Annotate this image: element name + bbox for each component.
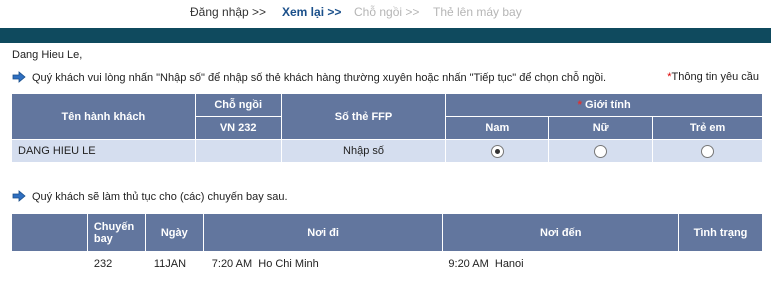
- gender-female-radio[interactable]: [594, 144, 608, 158]
- header-bar: [0, 28, 771, 43]
- gender-child-radio[interactable]: [701, 144, 715, 158]
- instruction-line: Quý khách vui lòng nhấn "Nhập số" để nhậ…: [12, 71, 606, 84]
- progress-steps: Đăng nhập >> Xem lại >> Chỗ ngồi >> Thẻ …: [0, 0, 771, 28]
- col-flight-number: Chuyến bay: [86, 213, 146, 252]
- flights-note-line: Quý khách sẽ làm thủ tục cho (các) chuyế…: [12, 190, 288, 203]
- flight-number: 232: [86, 251, 146, 277]
- seat-cell: [194, 139, 282, 163]
- step-review: Xem lại >>: [282, 5, 342, 19]
- col-flight-vn232: VN 232: [194, 116, 282, 140]
- spacer-row: [11, 162, 763, 185]
- departure-time: 7:20 AM: [211, 258, 253, 270]
- blank-cell: [11, 251, 88, 277]
- flight-destination: 9:20 AM Hanoi: [442, 251, 680, 277]
- flight-origin: 7:20 AM Ho Chi Minh: [202, 251, 444, 277]
- flight-date: 11JAN: [144, 251, 204, 277]
- step-boarding-pass: Thẻ lên máy bay: [433, 5, 522, 19]
- instruction-text: Quý khách vui lòng nhấn "Nhập số" để nhậ…: [32, 72, 607, 84]
- arrow-right-icon: [12, 71, 26, 83]
- origin-city: Ho Chi Minh: [258, 258, 319, 270]
- flight-status: [678, 251, 763, 277]
- greeting: Dang Hieu Le,: [12, 49, 83, 61]
- col-date: Ngày: [144, 213, 204, 252]
- col-male: Nam: [445, 116, 550, 140]
- col-status: Tình trạng: [678, 213, 763, 252]
- col-blank: [11, 213, 88, 252]
- arrow-right-icon: [12, 190, 26, 202]
- col-child: Trẻ em: [652, 116, 763, 140]
- col-ffp: Số thẻ FFP: [280, 93, 447, 140]
- flight-row: 232 11JAN 7:20 AM Ho Chi Minh 9:20 AM Ha…: [11, 251, 763, 277]
- col-destination: Nơi đến: [442, 213, 680, 252]
- step-login[interactable]: Đăng nhập >>: [190, 5, 266, 19]
- col-origin: Nơi đi: [202, 213, 444, 252]
- ffp-entry-link[interactable]: Nhập số: [280, 139, 447, 163]
- flight-table: Chuyến bay Ngày Nơi đi Nơi đến Tình trạng…: [11, 213, 763, 277]
- flights-note-text: Quý khách sẽ làm thủ tục cho (các) chuyế…: [32, 191, 288, 203]
- col-passenger-name: Tên hành khách: [11, 93, 196, 140]
- col-female: Nữ: [548, 116, 654, 140]
- passenger-name: DANG HIEU LE: [11, 139, 196, 163]
- col-seat: Chỗ ngồi: [194, 93, 282, 117]
- required-note: *Thông tin yêu cầu: [667, 71, 759, 83]
- gender-male-radio[interactable]: [490, 144, 504, 158]
- step-seat: Chỗ ngồi >>: [354, 5, 420, 19]
- arrival-time: 9:20 AM: [448, 258, 489, 270]
- destination-city: Hanoi: [494, 258, 524, 270]
- passenger-table: Tên hành khách Chỗ ngồi Số thẻ FFP * Giớ…: [11, 93, 763, 185]
- col-gender: * Giới tính: [445, 93, 763, 117]
- passenger-row: DANG HIEU LE Nhập số: [11, 139, 763, 163]
